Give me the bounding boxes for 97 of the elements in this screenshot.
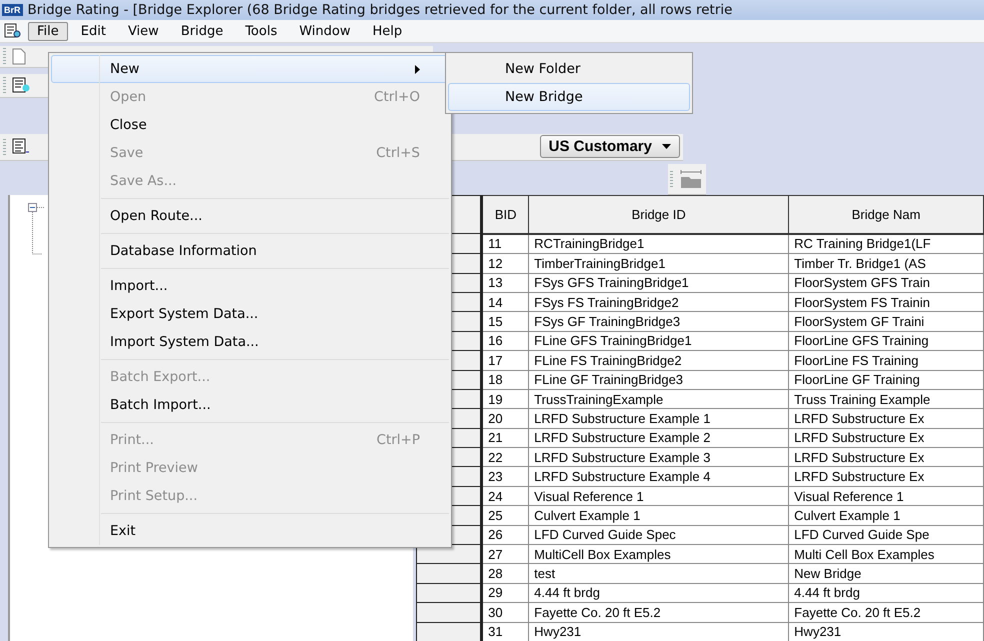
table-cell: TrussTrainingExample [528,389,789,409]
table-cell: FloorLine FS Training [788,350,984,370]
table-cell: Culvert Example 1 [788,506,984,526]
table-cell: LRFD Substructure Ex [788,408,984,428]
grip-handle[interactable] [3,77,6,94]
row-header-cell[interactable] [416,602,482,622]
menu-item[interactable]: Bridge [172,22,232,40]
table-cell: 25 [482,506,529,526]
menu-item[interactable]: Export System Data... [51,300,449,328]
table-cell: 4.44 ft brdg [528,583,789,603]
menu-item[interactable]: Help [364,22,412,40]
table-cell: 15 [482,312,529,332]
table-cell: 14 [482,292,529,312]
table-cell: LRFD Substructure Example 2 [528,428,789,448]
column-header[interactable]: BID [482,196,529,234]
table-cell: RC Training Bridge1(LF [788,234,984,254]
table-cell: FloorSystem GF Traini [788,312,984,332]
table-cell: MultiCell Box Examples [528,544,789,564]
table-cell: FLine GF TrainingBridge3 [528,370,789,390]
menu-item[interactable]: Batch Import... [51,391,449,419]
grip-handle[interactable] [3,48,6,64]
menu-item[interactable]: Import... [51,272,449,300]
table-cell: 21 [482,428,529,448]
window-title: Bridge Rating - [Bridge Explorer (68 Bridge Rating bridges retrieved for the current folder, all rows retrie [28,2,732,18]
row-header-cell[interactable] [416,564,482,584]
list-icon[interactable] [12,138,30,156]
new-document-icon[interactable] [12,48,26,65]
table-cell: FloorLine GF Training [788,370,984,390]
table-cell: FSys FS TrainingBridge2 [528,292,789,312]
table-cell: 16 [482,331,529,351]
document-search-icon[interactable] [4,23,22,39]
table-cell: Truss Training Example [788,389,984,409]
table-cell: LRFD Substructure Example 1 [528,408,789,428]
table-cell: FSys GF TrainingBridge3 [528,312,789,332]
menu-item[interactable]: Close [51,111,449,139]
table-cell: FloorLine GFS Training [788,331,984,351]
table-cell: FLine FS TrainingBridge2 [528,350,789,370]
table-cell: 26 [482,525,529,545]
table-cell: LRFD Substructure Example 3 [528,448,789,467]
report-icon[interactable] [12,76,31,94]
table-cell: LFD Curved Guide Spe [788,525,984,545]
row-header-cell[interactable] [416,622,482,641]
menu-item[interactable]: File [28,22,68,40]
menu-item[interactable]: Open Route... [51,202,449,230]
table-cell: Culvert Example 1 [528,506,789,526]
table-cell: 17 [482,350,529,370]
table-cell: LRFD Substructure Ex [788,448,984,467]
table-cell: New Bridge [788,564,984,584]
table-cell: Multi Cell Box Examples [788,544,984,564]
table-cell: 24 [482,486,529,506]
table-cell: 23 [482,466,529,486]
table-cell: 4.44 ft brdg [788,583,984,603]
table-cell: LRFD Substructure Ex [788,466,984,486]
table-cell: Timber Tr. Bridge1 (AS [788,254,984,274]
table-cell: RCTrainingBridge1 [528,234,789,254]
table-cell: 18 [482,370,529,390]
table-cell: Fayette Co. 20 ft E5.2 [528,602,789,622]
menu-item[interactable]: Tools [236,22,286,40]
menu-item[interactable]: New Bridge [448,83,690,111]
table-cell: test [528,564,789,584]
table-cell: LRFD Substructure Ex [788,428,984,448]
column-header[interactable]: Bridge Nam [788,196,984,234]
table-cell: LRFD Substructure Example 4 [528,466,789,486]
table-cell: 12 [482,254,529,274]
table-cell: FloorSystem FS Trainin [788,292,984,312]
table-cell: LFD Curved Guide Spec [528,525,789,545]
menu-item[interactable]: Edit [72,22,115,40]
column-header[interactable]: Bridge ID [528,196,789,234]
dropdown-arrow-icon [662,144,671,150]
table-cell: 13 [482,273,529,292]
table-cell: Visual Reference 1 [528,486,789,506]
menu-item[interactable]: Database Information [51,237,449,265]
table-cell: 22 [482,448,529,467]
table-cell: 20 [482,408,529,428]
menu-item[interactable]: Import System Data... [51,328,449,356]
menu-item[interactable]: New Folder [448,55,690,83]
table-cell: TimberTrainingBridge1 [528,254,789,274]
menu-item[interactable]: Window [290,22,360,40]
table-cell: FLine GFS TrainingBridge1 [528,331,789,351]
table-cell: 11 [482,234,529,254]
menu-item[interactable]: View [118,22,168,40]
dimension-icon[interactable] [679,169,703,189]
table-cell: 30 [482,602,529,622]
table-cell: 19 [482,389,529,409]
table-cell: FloorSystem GFS Train [788,273,984,292]
grip-handle[interactable] [670,171,673,187]
app-logo: BrR [2,4,23,16]
menu-item[interactable]: Exit [51,517,449,545]
units-dropdown[interactable]: US Customary [540,135,680,158]
table-cell: FSys GFS TrainingBridge1 [528,273,789,292]
grip-handle[interactable] [3,138,6,155]
table-cell: 29 [482,583,529,603]
table-cell: Visual Reference 1 [788,486,984,506]
table-cell: 27 [482,544,529,564]
row-header-cell[interactable] [416,583,482,603]
table-cell: Fayette Co. 20 ft E5.2 [788,602,984,622]
table-cell: 28 [482,564,529,584]
